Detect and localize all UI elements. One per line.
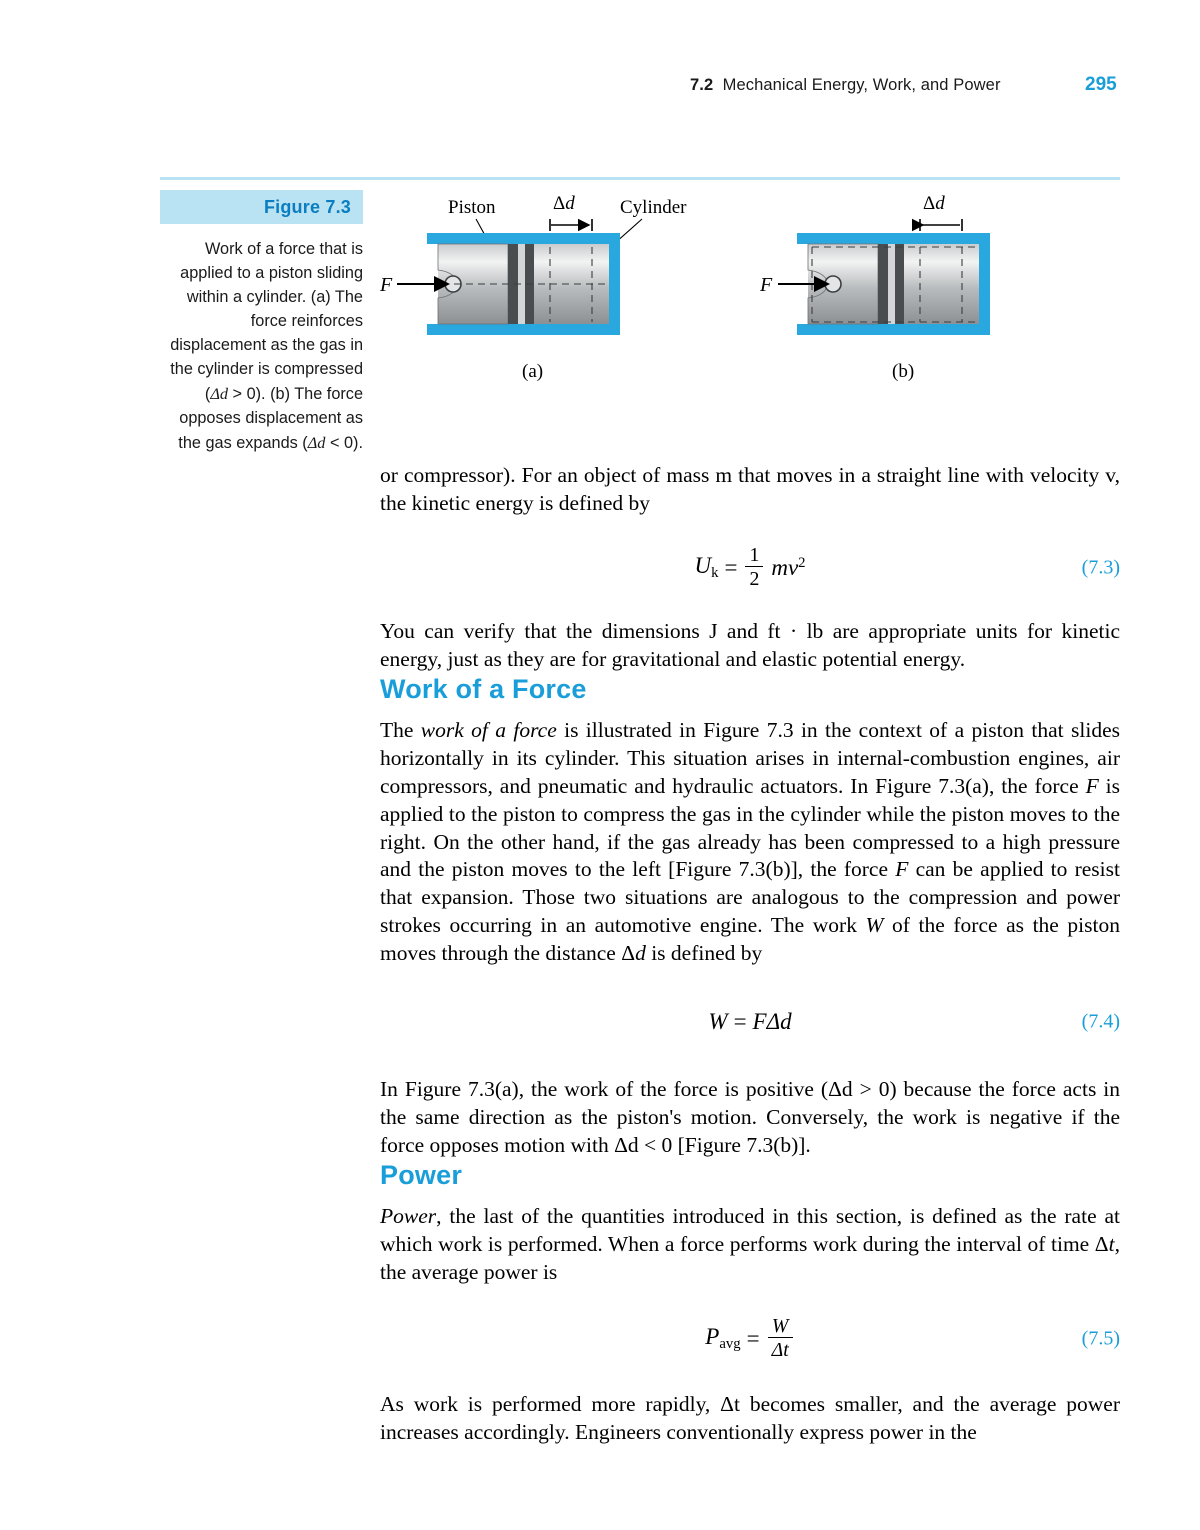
eq75-fraction-denominator: Δt: [767, 1337, 793, 1362]
heading-work-of-a-force: Work of a Force: [380, 673, 587, 704]
eq74-equals: =: [733, 1009, 747, 1035]
eq73-lhs: Uk: [694, 553, 719, 582]
eq73-fraction-denominator: 2: [745, 566, 764, 591]
svg-text:Δd: Δd: [923, 193, 945, 214]
piston-cylinder-diagram: Piston Δd Cylinder F Δd F: [380, 193, 990, 335]
svg-text:Cylinder: Cylinder: [620, 197, 687, 218]
paragraph-kinetic-intro: or compressor). For an object of mass m …: [380, 463, 1120, 515]
paragraph-work-1: The work of a force is illustrated in Fi…: [380, 717, 1120, 966]
eq75-fraction-numerator: W: [771, 1314, 789, 1337]
eq75-equals: =: [746, 1325, 760, 1351]
eq74-rhs: FΔd: [752, 1009, 792, 1035]
svg-text:Δd: Δd: [553, 193, 575, 214]
paragraph-power-1: Power, the last of the quantities introd…: [380, 1204, 1120, 1284]
eq73-fraction-numerator: 1: [749, 543, 760, 566]
equation-number-7-3: (7.3): [1081, 556, 1120, 579]
running-head: 7.2 Mechanical Energy, Work, and Power: [690, 76, 1120, 95]
figure-label: Figure 7.3: [160, 190, 363, 224]
eq75-lhs: Pavg: [705, 1324, 741, 1353]
eq73-rhs: mv2: [771, 554, 806, 580]
svg-text:F: F: [380, 274, 393, 296]
eq75-fraction: W Δt: [767, 1314, 793, 1363]
eq73-fraction: 1 2: [745, 543, 764, 592]
figure-caption-text: Work of a force that is applied to a pis…: [170, 240, 363, 452]
heading-power: Power: [380, 1160, 463, 1190]
equation-7-3: Uk = 1 2 mv2 (7.3): [380, 544, 1120, 592]
equation-7-5: Pavg = W Δt (7.5): [380, 1315, 1120, 1363]
figure-sublabel-a: (a): [522, 361, 544, 382]
equation-number-7-5: (7.5): [1081, 1327, 1120, 1350]
running-head-title: Mechanical Energy, Work, and Power: [722, 76, 1001, 94]
equation-number-7-4: (7.4): [1081, 1010, 1120, 1033]
body-column: or compressor). For an object of mass m …: [380, 462, 1120, 1447]
figure-artwork: Piston Δd Cylinder F Δd F (a) (b): [380, 185, 1120, 395]
equation-7-4: W = FΔd (7.4): [380, 998, 1120, 1046]
header-rule: [160, 177, 1120, 180]
paragraph-power-2: As work is performed more rapidly, Δt be…: [380, 1391, 1120, 1444]
textbook-page: 7.2 Mechanical Energy, Work, and Power 2…: [0, 0, 1200, 1530]
paragraph-units: You can verify that the dimensions J and…: [380, 618, 1120, 671]
figure-caption-column: Figure 7.3 Work of a force that is appli…: [160, 190, 363, 456]
svg-text:Piston: Piston: [448, 197, 496, 218]
paragraph-work-2: In Figure 7.3(a), the work of the force …: [380, 1077, 1120, 1158]
svg-text:F: F: [759, 274, 773, 296]
running-head-section-number: 7.2: [690, 76, 714, 94]
figure-sublabel-b: (b): [892, 361, 915, 382]
eq73-rhs-exponent: 2: [798, 554, 806, 571]
eq75-lhs-subscript: avg: [719, 1336, 741, 1353]
eq73-lhs-subscript: k: [711, 565, 719, 582]
eq73-equals: =: [724, 554, 738, 580]
page-number: 295: [1085, 74, 1117, 95]
eq74-lhs: W: [708, 1009, 728, 1035]
